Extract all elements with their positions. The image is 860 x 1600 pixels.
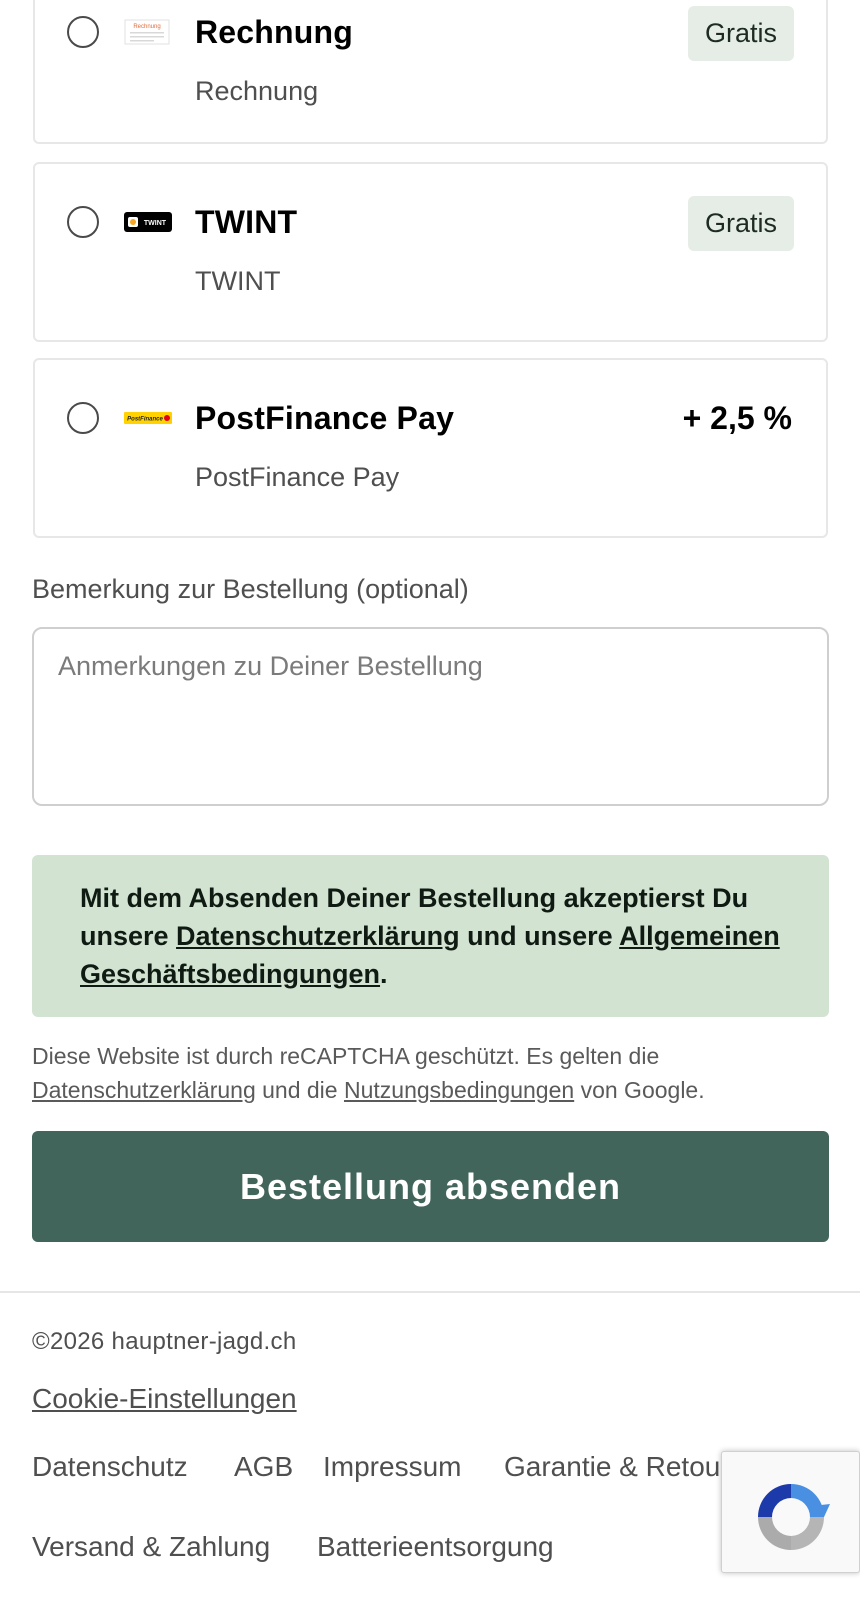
svg-text:Rechnung: Rechnung [133, 24, 160, 30]
recaptcha-text: von Google. [574, 1077, 705, 1103]
recaptcha-badge[interactable] [721, 1451, 860, 1573]
payment-option-twint[interactable]: TWINT TWINT TWINT Gratis [33, 162, 828, 342]
price-badge: Gratis [687, 6, 794, 61]
terms-notice: Mit dem Absenden Deiner Bestellung akzep… [32, 855, 829, 1017]
footer-link-privacy[interactable]: Datenschutz [32, 1451, 188, 1483]
radio-invoice[interactable] [67, 16, 99, 48]
notice-text: . [380, 959, 388, 989]
payment-title: Rechnung [195, 14, 354, 50]
submit-order-button[interactable]: Bestellung absenden [32, 1131, 829, 1242]
copyright: ©2026 hauptner-jagd.ch [32, 1328, 297, 1355]
payment-title: TWINT [195, 204, 298, 240]
remark-textarea[interactable] [32, 627, 829, 806]
footer-link-shipping[interactable]: Versand & Zahlung [32, 1531, 270, 1563]
checkout-page: Rechnung Rechnung Rechnung Gratis TWINT … [0, 0, 860, 1600]
radio-twint[interactable] [67, 206, 99, 238]
payment-title: PostFinance Pay [195, 400, 455, 436]
google-terms-link[interactable]: Nutzungsbedingungen [344, 1077, 574, 1103]
postfinance-logo-icon: PostFinance [124, 412, 172, 424]
footer-link-terms[interactable]: AGB [234, 1451, 293, 1483]
payment-subtitle: TWINT [195, 266, 281, 296]
footer-link-imprint[interactable]: Impressum [323, 1451, 461, 1483]
recaptcha-notice: Diese Website ist durch reCAPTCHA geschü… [32, 1039, 832, 1107]
payment-option-invoice[interactable]: Rechnung Rechnung Rechnung Gratis [33, 0, 828, 144]
notice-text: und unsere [459, 921, 620, 951]
price-badge: Gratis [687, 196, 794, 251]
radio-postfinance[interactable] [67, 402, 99, 434]
payment-subtitle: Rechnung [195, 76, 319, 106]
payment-fee: + 2,5 % [682, 400, 792, 436]
google-privacy-link[interactable]: Datenschutzerklärung [32, 1077, 256, 1103]
svg-text:PostFinance: PostFinance [127, 417, 163, 423]
payment-subtitle: PostFinance Pay [195, 462, 400, 492]
footer-link-battery[interactable]: Batterieentsorgung [317, 1531, 554, 1563]
remark-label: Bemerkung zur Bestellung (optional) [32, 574, 469, 604]
recaptcha-icon [758, 1484, 830, 1550]
payment-option-postfinance[interactable]: PostFinance PostFinance Pay PostFinance … [33, 358, 828, 538]
svg-text:TWINT: TWINT [144, 220, 167, 227]
privacy-policy-link[interactable]: Datenschutzerklärung [176, 921, 460, 951]
twint-logo-icon: TWINT [124, 212, 172, 232]
recaptcha-text: und die [255, 1077, 344, 1103]
recaptcha-text: Diese Website ist durch reCAPTCHA geschü… [32, 1043, 660, 1069]
invoice-logo-icon: Rechnung [124, 19, 170, 45]
cookie-settings-link[interactable]: Cookie-Einstellungen [32, 1383, 297, 1415]
